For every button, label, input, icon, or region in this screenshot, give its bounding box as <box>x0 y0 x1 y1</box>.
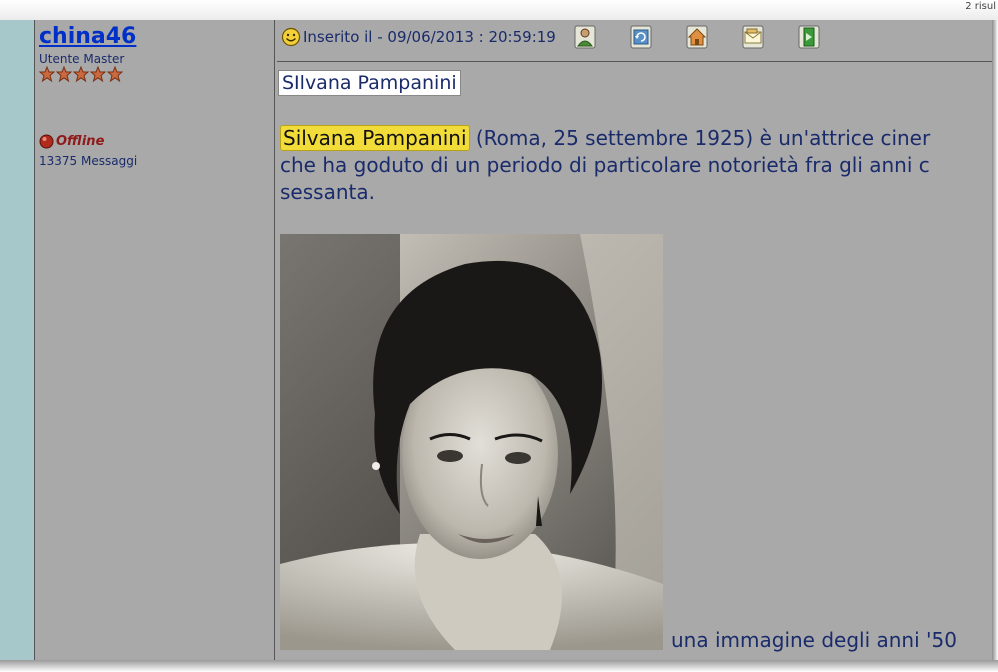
star-icon <box>73 66 89 82</box>
side-strip <box>0 20 35 660</box>
highlighted-name: Silvana Pampanini <box>280 125 470 151</box>
post-title: SIlvana Pampanini <box>278 70 461 96</box>
body-line-1-text: (Roma, 25 settembre 1925) è un'attrice c… <box>469 126 931 150</box>
window-shadow-bottom <box>0 660 998 672</box>
post-date: Inserito il - 09/06/2013 : 20:59:19 <box>303 28 556 46</box>
star-icon <box>39 66 55 82</box>
results-count: 2 risul <box>965 1 996 12</box>
portrait-photo <box>280 234 663 650</box>
email-icon[interactable] <box>742 25 764 49</box>
post-panel: Inserito il - 09/06/2013 : 20:59:19 SIlv… <box>275 20 992 660</box>
post-header: Inserito il - 09/06/2013 : 20:59:19 <box>281 24 992 50</box>
profile-icon[interactable] <box>574 25 596 49</box>
body-line-3: sessanta. <box>280 180 375 204</box>
rank-stars <box>39 66 123 82</box>
top-bar: 2 risul <box>0 0 998 21</box>
window-shadow-right <box>992 20 998 672</box>
smiley-icon <box>281 27 301 47</box>
status-label: Offline <box>56 133 105 149</box>
post-body: Silvana Pampanini (Roma, 25 settembre 19… <box>280 125 992 206</box>
star-icon <box>107 66 123 82</box>
author-rank: Utente Master <box>39 52 125 66</box>
message-count: 13375 Messaggi <box>39 154 138 168</box>
forum-post: china46 Utente Master Offline 13375 Mess… <box>0 20 992 660</box>
bookmark-icon[interactable] <box>798 25 820 49</box>
star-icon <box>90 66 106 82</box>
author-panel: china46 Utente Master Offline 13375 Mess… <box>35 20 275 660</box>
post-toolbar <box>574 25 854 49</box>
photo-caption: una immagine degli anni '50 <box>671 628 957 652</box>
star-icon <box>56 66 72 82</box>
status-badge: Offline <box>39 133 104 149</box>
header-divider <box>277 61 992 62</box>
author-name-link[interactable]: china46 <box>39 24 136 49</box>
refresh-icon[interactable] <box>630 25 652 49</box>
home-icon[interactable] <box>686 25 708 49</box>
body-line-1: Silvana Pampanini (Roma, 25 settembre 19… <box>280 125 992 152</box>
offline-icon <box>39 134 54 148</box>
body-line-2: che ha goduto di un periodo di particola… <box>280 153 930 177</box>
